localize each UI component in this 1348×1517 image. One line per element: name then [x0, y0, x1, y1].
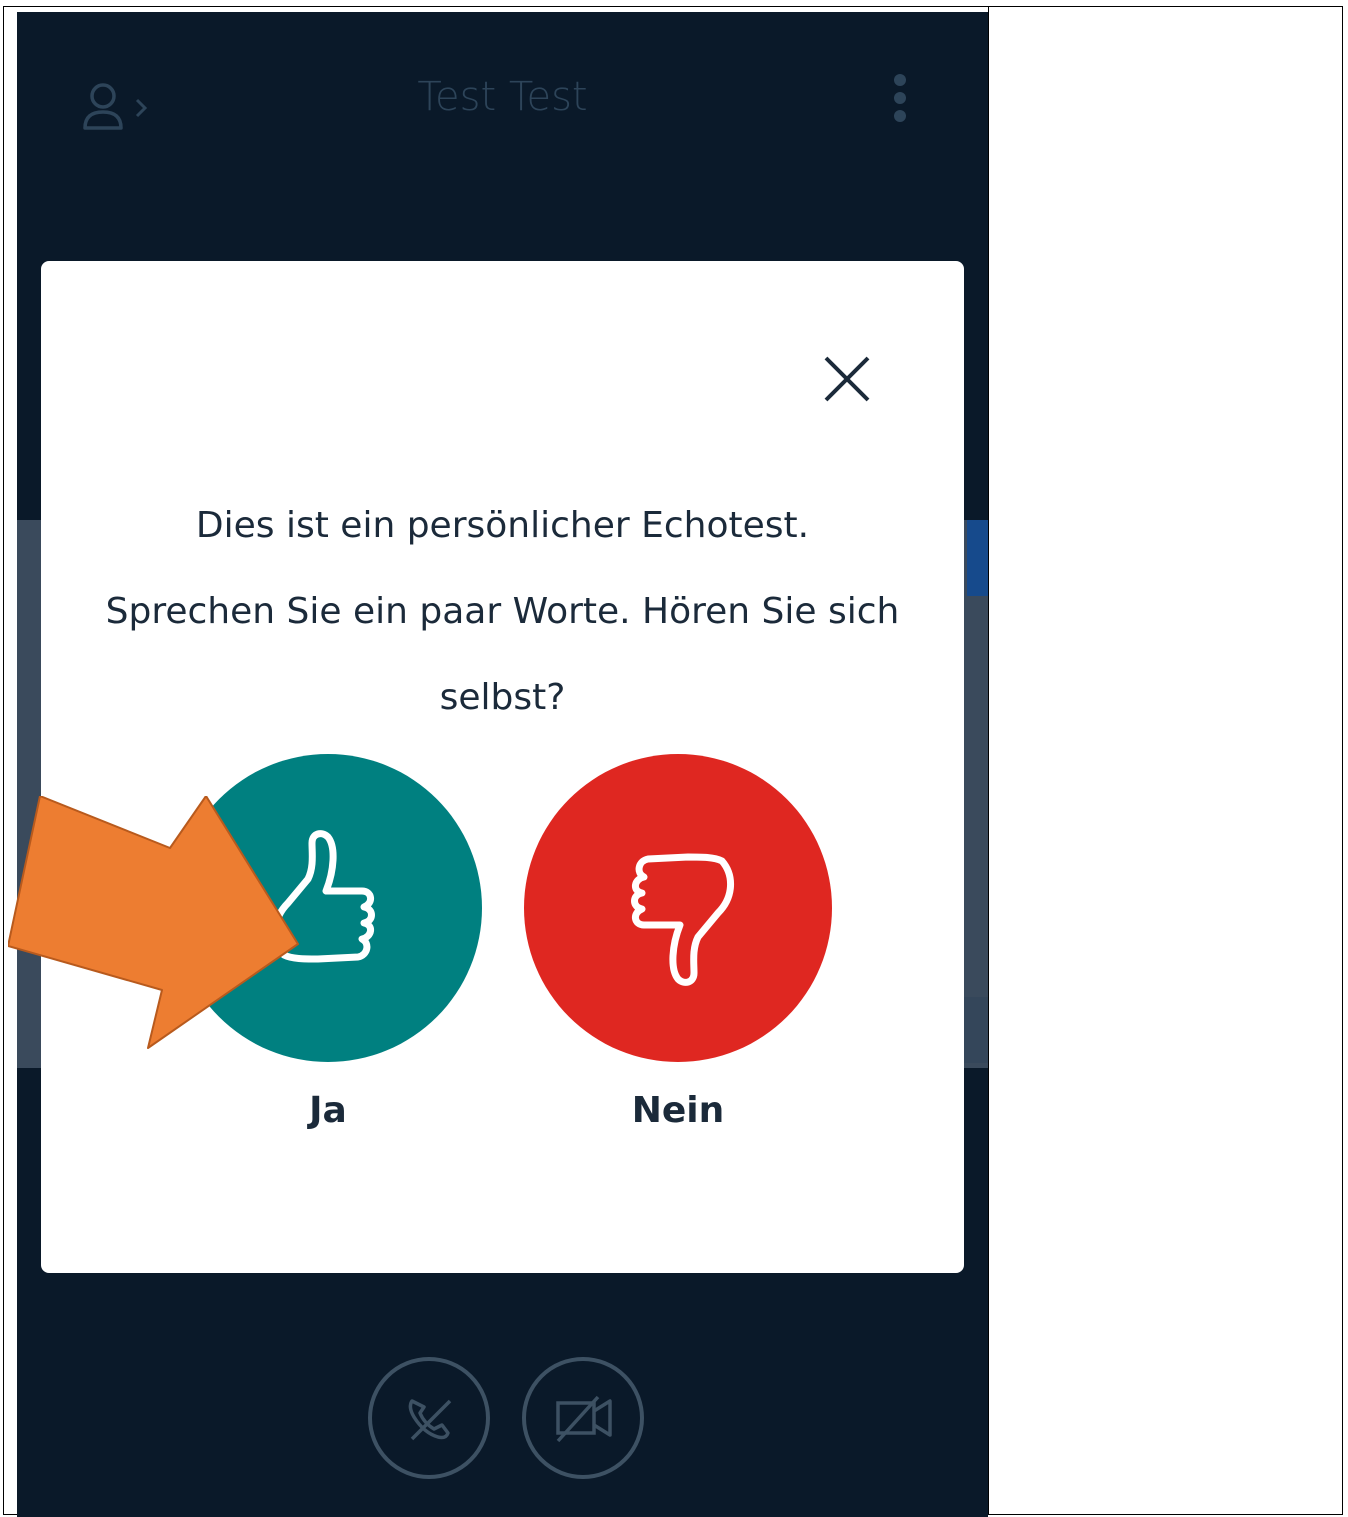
background-accent	[967, 520, 988, 596]
close-button[interactable]	[821, 353, 873, 405]
yes-circle	[174, 754, 482, 1062]
no-label: Nein	[631, 1090, 725, 1131]
bottom-controls	[17, 1357, 988, 1487]
message-line-2: Sprechen Sie ein paar Worte. Hören Sie s…	[105, 591, 900, 718]
yes-label: Ja	[309, 1090, 347, 1131]
share-webcam-button[interactable]	[522, 1357, 644, 1479]
no-circle	[524, 754, 832, 1062]
echo-test-modal: Dies ist ein persönlicher Echotest. Spre…	[41, 261, 964, 1273]
options-menu-button[interactable]	[885, 72, 915, 142]
leave-audio-button[interactable]	[368, 1357, 490, 1479]
phone-hangup-icon	[408, 1399, 452, 1441]
frame-divider	[988, 6, 989, 1515]
thumbs-down-icon	[631, 853, 734, 986]
yes-button[interactable]: Ja	[174, 754, 482, 1131]
echo-test-message: Dies ist ein persönlicher Echotest. Spre…	[101, 483, 904, 741]
message-line-1: Dies ist ein persönlicher Echotest.	[195, 505, 810, 546]
no-button[interactable]: Nein	[524, 754, 832, 1131]
kebab-menu-icon	[894, 74, 906, 122]
close-icon	[824, 356, 870, 402]
thumbs-up-icon	[272, 830, 375, 963]
meeting-title: Test Test	[417, 74, 588, 120]
video-off-icon	[556, 1395, 612, 1443]
